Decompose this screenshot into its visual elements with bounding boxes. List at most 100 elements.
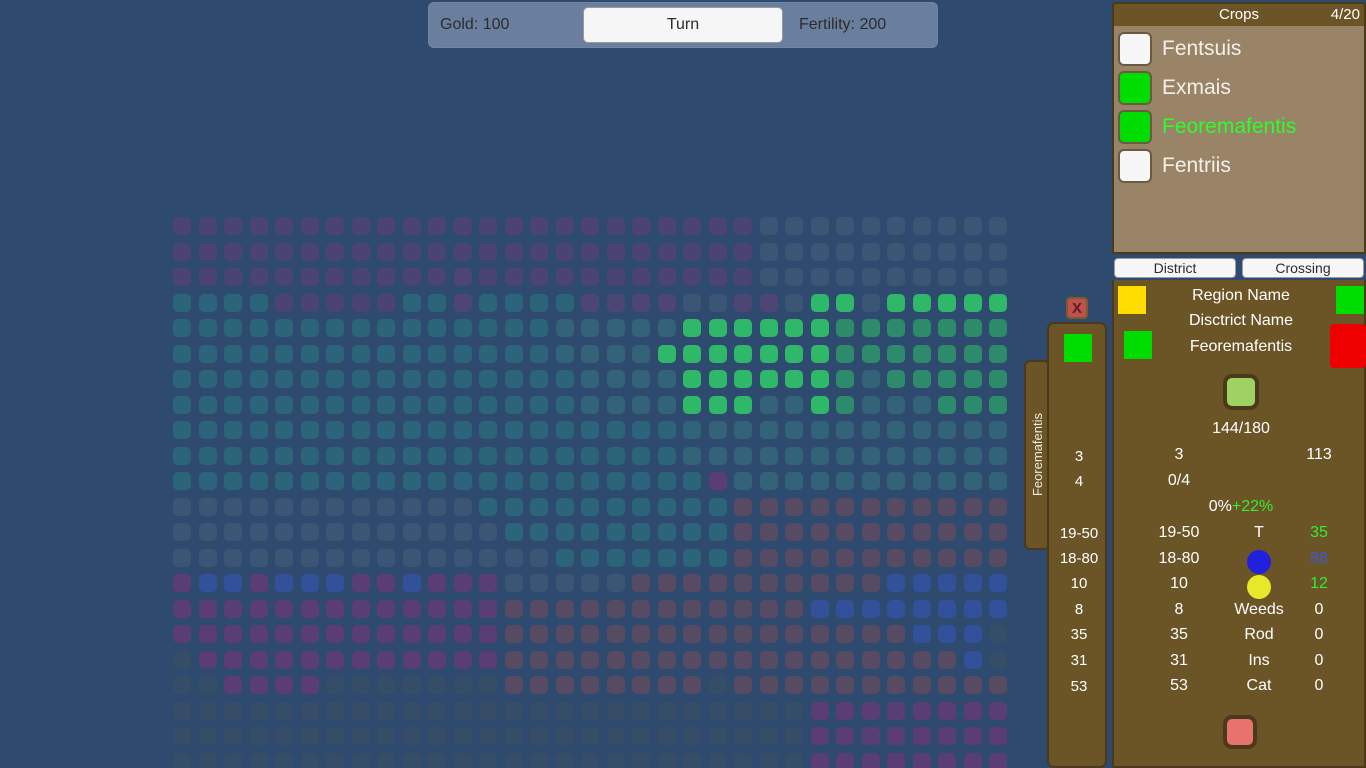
map-tile[interactable]	[785, 651, 803, 669]
map-tile[interactable]	[250, 319, 268, 337]
map-tile[interactable]	[811, 651, 829, 669]
map-tile[interactable]	[352, 268, 370, 286]
map-tile[interactable]	[760, 574, 778, 592]
map-tile[interactable]	[224, 243, 242, 261]
map-tile[interactable]	[326, 421, 344, 439]
map-tile[interactable]	[964, 549, 982, 567]
map-tile[interactable]	[785, 396, 803, 414]
map-tile[interactable]	[352, 498, 370, 516]
map-tile[interactable]	[683, 319, 701, 337]
map-tile[interactable]	[607, 676, 625, 694]
map-tile[interactable]	[862, 600, 880, 618]
map-tile[interactable]	[301, 370, 319, 388]
map-tile[interactable]	[964, 370, 982, 388]
map-tile[interactable]	[556, 676, 574, 694]
map-tile[interactable]	[989, 702, 1007, 720]
map-tile[interactable]	[199, 217, 217, 235]
map-tile[interactable]	[479, 243, 497, 261]
map-tile[interactable]	[250, 396, 268, 414]
map-tile[interactable]	[403, 319, 421, 337]
map-tile[interactable]	[658, 268, 676, 286]
map-tile[interactable]	[403, 294, 421, 312]
map-tile[interactable]	[989, 549, 1007, 567]
map-tile[interactable]	[760, 498, 778, 516]
map-tile[interactable]	[938, 345, 956, 363]
map-tile[interactable]	[913, 396, 931, 414]
map-tile[interactable]	[428, 702, 446, 720]
map-tile[interactable]	[709, 753, 727, 768]
map-tile[interactable]	[224, 549, 242, 567]
map-tile[interactable]	[734, 217, 752, 235]
map-tile[interactable]	[326, 727, 344, 745]
map-tile[interactable]	[887, 447, 905, 465]
map-tile[interactable]	[530, 243, 548, 261]
map-tile[interactable]	[275, 523, 293, 541]
map-tile[interactable]	[479, 651, 497, 669]
map-tile[interactable]	[607, 217, 625, 235]
map-tile[interactable]	[581, 421, 599, 439]
map-tile[interactable]	[887, 549, 905, 567]
map-tile[interactable]	[887, 472, 905, 490]
map-tile[interactable]	[530, 294, 548, 312]
map-tile[interactable]	[224, 676, 242, 694]
map-tile[interactable]	[887, 753, 905, 768]
map-tile[interactable]	[428, 727, 446, 745]
map-tile[interactable]	[734, 243, 752, 261]
map-tile[interactable]	[989, 651, 1007, 669]
map-tile[interactable]	[607, 447, 625, 465]
map-tile[interactable]	[683, 523, 701, 541]
map-tile[interactable]	[785, 268, 803, 286]
map-tile[interactable]	[913, 243, 931, 261]
map-tile[interactable]	[836, 294, 854, 312]
map-tile[interactable]	[862, 294, 880, 312]
map-tile[interactable]	[199, 676, 217, 694]
map-tile[interactable]	[964, 421, 982, 439]
map-tile[interactable]	[658, 523, 676, 541]
map-tile[interactable]	[760, 625, 778, 643]
map-tile[interactable]	[836, 600, 854, 618]
map-tile[interactable]	[964, 498, 982, 516]
map-tile[interactable]	[913, 676, 931, 694]
map-tile[interactable]	[479, 549, 497, 567]
map-tile[interactable]	[989, 243, 1007, 261]
map-tile[interactable]	[403, 447, 421, 465]
map-tile[interactable]	[964, 243, 982, 261]
map-tile[interactable]	[683, 702, 701, 720]
map-tile[interactable]	[709, 268, 727, 286]
map-tile[interactable]	[658, 370, 676, 388]
map-tile[interactable]	[836, 217, 854, 235]
map-tile[interactable]	[581, 625, 599, 643]
crop-list-item[interactable]: Fentriis	[1118, 147, 1364, 185]
map-tile[interactable]	[964, 294, 982, 312]
map-tile[interactable]	[709, 549, 727, 567]
map-tile[interactable]	[428, 676, 446, 694]
map-tile[interactable]	[403, 676, 421, 694]
map-tile[interactable]	[581, 370, 599, 388]
map-tile[interactable]	[989, 753, 1007, 768]
map-tile[interactable]	[530, 651, 548, 669]
map-tile[interactable]	[887, 268, 905, 286]
map-tile[interactable]	[581, 268, 599, 286]
map-tile[interactable]	[836, 472, 854, 490]
map-tile[interactable]	[377, 447, 395, 465]
map-tile[interactable]	[938, 268, 956, 286]
map-tile[interactable]	[377, 243, 395, 261]
map-tile[interactable]	[199, 600, 217, 618]
map-tile[interactable]	[734, 498, 752, 516]
map-tile[interactable]	[250, 676, 268, 694]
map-tile[interactable]	[989, 370, 1007, 388]
map-tile[interactable]	[709, 396, 727, 414]
map-tile[interactable]	[224, 370, 242, 388]
map-tile[interactable]	[403, 498, 421, 516]
map-tile[interactable]	[352, 651, 370, 669]
map-tile[interactable]	[836, 676, 854, 694]
map-tile[interactable]	[250, 294, 268, 312]
map-tile[interactable]	[581, 294, 599, 312]
map-tile[interactable]	[199, 421, 217, 439]
map-tile[interactable]	[913, 447, 931, 465]
map-tile[interactable]	[811, 472, 829, 490]
map-tile[interactable]	[913, 217, 931, 235]
map-tile[interactable]	[811, 625, 829, 643]
map-tile[interactable]	[913, 421, 931, 439]
map-tile[interactable]	[811, 498, 829, 516]
